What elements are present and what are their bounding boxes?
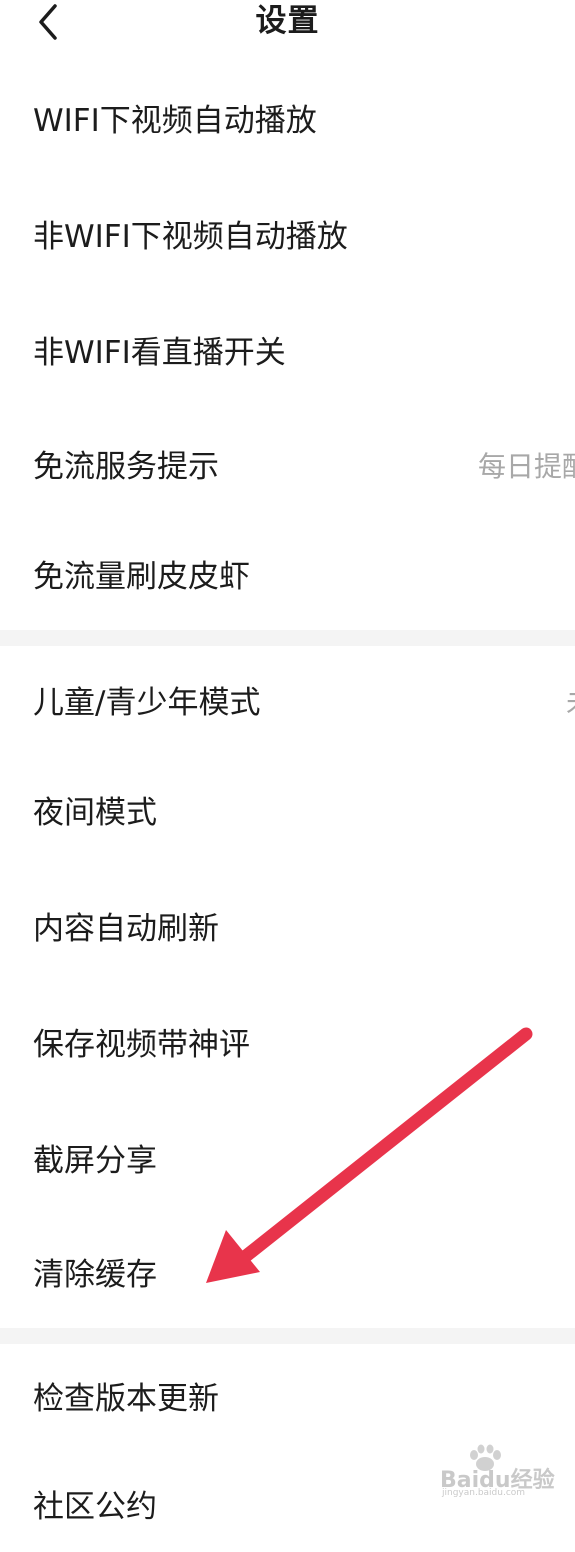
setting-row-clear-cache[interactable]: 清除缓存 <box>0 1230 575 1320</box>
setting-row-night-mode[interactable]: 夜间模式 <box>0 768 575 858</box>
setting-value: 未 <box>566 658 575 748</box>
setting-label: 保存视频带神评 <box>33 1027 250 1063</box>
baidu-watermark: Baidu经验 jingyan.baidu.com <box>440 1444 570 1498</box>
setting-label: 免流服务提示 <box>33 449 219 485</box>
setting-label: 非WIFI下视频自动播放 <box>33 219 348 255</box>
setting-label: 截屏分享 <box>33 1143 157 1179</box>
setting-row-free-data-browse[interactable]: 免流量刷皮皮虾 <box>0 532 575 622</box>
back-button[interactable] <box>26 0 70 44</box>
top-bar: 设置 <box>0 0 575 52</box>
settings-group-network: WIFI下视频自动播放 非WIFI下视频自动播放 非WIFI看直播开关 免流服务… <box>0 52 575 630</box>
setting-row-non-wifi-autoplay[interactable]: 非WIFI下视频自动播放 <box>0 192 575 282</box>
setting-label: 内容自动刷新 <box>33 911 219 947</box>
page-title: 设置 <box>255 3 320 39</box>
setting-row-screenshot-share[interactable]: 截屏分享 <box>0 1116 575 1206</box>
setting-row-non-wifi-live[interactable]: 非WIFI看直播开关 <box>0 308 575 398</box>
section-divider <box>0 1328 575 1344</box>
setting-label: 夜间模式 <box>33 795 157 831</box>
setting-value: 每日提醒 <box>478 450 575 483</box>
setting-label: 儿童/青少年模式 <box>33 685 261 721</box>
setting-label: 非WIFI看直播开关 <box>33 335 286 371</box>
setting-label: WIFI下视频自动播放 <box>33 103 317 139</box>
setting-row-wifi-autoplay[interactable]: WIFI下视频自动播放 <box>0 76 575 166</box>
watermark-subtext: jingyan.baidu.com <box>442 1488 526 1498</box>
section-divider <box>0 630 575 646</box>
setting-label: 社区公约 <box>33 1489 157 1525</box>
setting-row-youth-mode[interactable]: 儿童/青少年模式 未 <box>0 658 575 748</box>
setting-label: 清除缓存 <box>33 1257 157 1293</box>
setting-row-free-data-notice[interactable]: 免流服务提示 每日提醒 <box>0 422 575 512</box>
setting-label: 免流量刷皮皮虾 <box>33 559 250 595</box>
setting-label: 检查版本更新 <box>33 1381 219 1417</box>
setting-row-check-update[interactable]: 检查版本更新 <box>0 1354 575 1444</box>
chevron-left-icon <box>39 4 57 40</box>
setting-row-auto-refresh[interactable]: 内容自动刷新 <box>0 884 575 974</box>
setting-row-save-with-comments[interactable]: 保存视频带神评 <box>0 1000 575 1090</box>
settings-group-general: 儿童/青少年模式 未 夜间模式 内容自动刷新 保存视频带神评 截屏分享 清除缓存 <box>0 646 575 1328</box>
